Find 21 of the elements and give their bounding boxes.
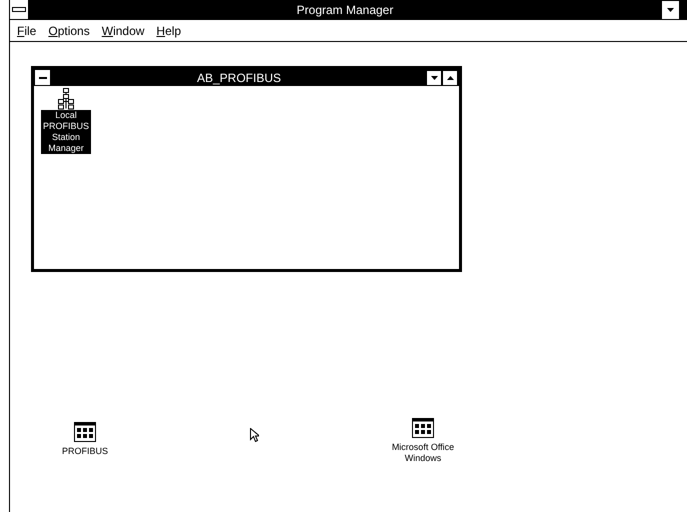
system-menu-button[interactable] <box>35 70 51 85</box>
group-label[interactable]: Microsoft Office Windows <box>388 442 458 464</box>
system-menu-button[interactable] <box>10 0 29 19</box>
pointer-icon <box>250 428 259 442</box>
menu-item[interactable]: File <box>17 24 36 38</box>
network-icon[interactable] <box>56 88 76 110</box>
minimize-button[interactable] <box>427 70 441 84</box>
program-group-icon[interactable] <box>412 418 434 438</box>
group-label[interactable]: PROFIBUS <box>50 446 120 457</box>
window-title: AB_PROFIBUS <box>196 70 282 84</box>
program-label[interactable]: Local PROFIBUS Station Manager <box>41 110 91 154</box>
program-group-icon[interactable] <box>74 422 96 442</box>
caret-up-icon <box>446 76 454 80</box>
window-title: Program Manager <box>296 2 394 16</box>
caret-down-icon <box>667 8 674 12</box>
menu-item[interactable]: Options <box>48 24 90 38</box>
menu-item[interactable]: Help <box>156 24 182 38</box>
minimize-button[interactable] <box>661 0 679 18</box>
maximize-button[interactable] <box>443 70 457 84</box>
menu-item[interactable]: Window <box>102 24 144 38</box>
caret-down-icon <box>430 76 438 80</box>
